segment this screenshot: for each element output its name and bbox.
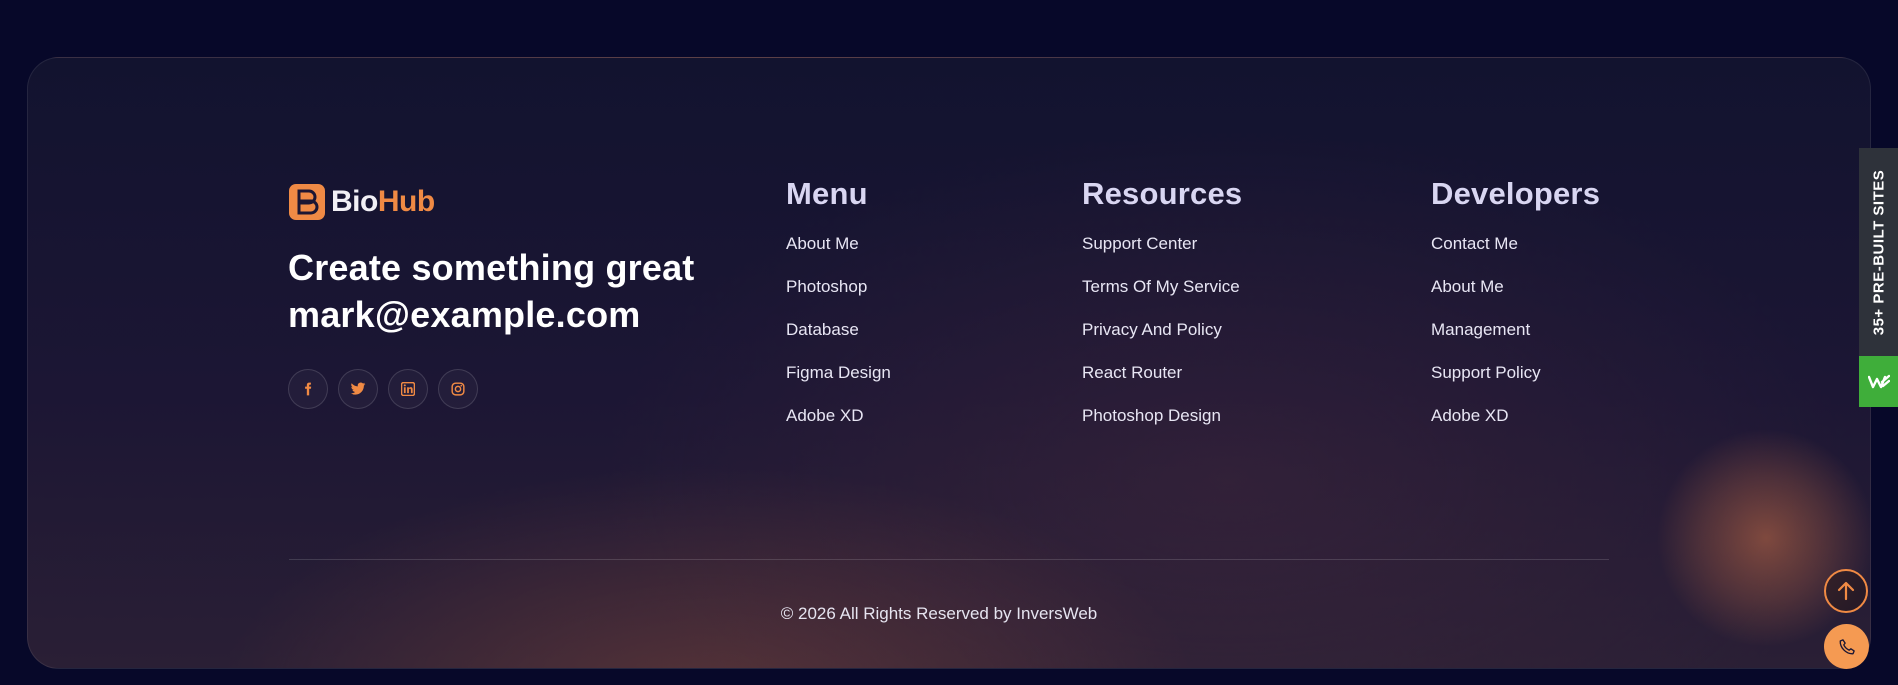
instagram-button[interactable] — [438, 369, 478, 409]
linkedin-button[interactable] — [388, 369, 428, 409]
tagline-line1: Create something great — [288, 247, 695, 288]
menu-link-about-me[interactable]: About Me — [786, 234, 859, 253]
twitter-button[interactable] — [338, 369, 378, 409]
developers-link-adobe-xd[interactable]: Adobe XD — [1431, 406, 1509, 425]
developers-link-support-policy[interactable]: Support Policy — [1431, 363, 1541, 382]
b-logo-icon — [289, 184, 325, 220]
brand-name: BioHub — [331, 185, 435, 219]
scroll-to-top-button[interactable] — [1824, 569, 1868, 613]
menu-link-database[interactable]: Database — [786, 320, 859, 339]
resources-link-photoshop-design[interactable]: Photoshop Design — [1082, 406, 1221, 425]
copyright-text: © 2026 All Rights Reserved by InversWeb — [780, 604, 1098, 623]
resources-link-terms[interactable]: Terms Of My Service — [1082, 277, 1240, 296]
menu-link-photoshop[interactable]: Photoshop — [786, 277, 867, 296]
call-button[interactable] — [1824, 624, 1869, 669]
menu-link-figma-design[interactable]: Figma Design — [786, 363, 891, 382]
resources-heading: Resources — [1082, 176, 1243, 211]
brand-name-part2: Hub — [377, 185, 435, 218]
footer-column-resources: Resources Support Center Terms Of My Ser… — [1082, 176, 1242, 449]
resources-link-support-center[interactable]: Support Center — [1082, 234, 1197, 253]
footer-tagline: Create something great mark@example.com — [288, 244, 695, 338]
instagram-icon — [451, 382, 465, 396]
prebuilt-sites-tab[interactable]: 35+ PRE-BUILT SITES — [1859, 148, 1898, 356]
developers-link-contact-me[interactable]: Contact Me — [1431, 234, 1518, 253]
developers-heading: Developers — [1431, 176, 1601, 211]
contact-email[interactable]: mark@example.com — [288, 291, 695, 338]
wave-logo-icon — [1867, 374, 1890, 388]
prebuilt-sites-label: 35+ PRE-BUILT SITES — [1870, 169, 1888, 335]
menu-link-adobe-xd[interactable]: Adobe XD — [786, 406, 864, 425]
resources-link-react-router[interactable]: React Router — [1082, 363, 1182, 382]
developers-link-management[interactable]: Management — [1431, 320, 1530, 339]
twitter-icon — [350, 382, 366, 395]
resources-link-privacy[interactable]: Privacy And Policy — [1082, 320, 1222, 339]
arrow-up-icon — [1837, 581, 1855, 601]
footer-column-menu: Menu About Me Photoshop Database Figma D… — [786, 176, 891, 449]
footer-column-developers: Developers Contact Me About Me Managemen… — [1431, 176, 1600, 449]
facebook-icon — [305, 382, 312, 396]
brand-name-part1: Bio — [331, 185, 378, 218]
linkedin-icon — [401, 382, 415, 396]
menu-heading: Menu — [786, 176, 868, 211]
brand-logo[interactable]: BioHub — [289, 184, 435, 220]
developers-link-about-me[interactable]: About Me — [1431, 277, 1504, 296]
social-links — [288, 369, 478, 409]
facebook-button[interactable] — [288, 369, 328, 409]
side-badge-button[interactable] — [1859, 356, 1898, 407]
phone-icon — [1839, 638, 1855, 654]
footer-divider — [289, 559, 1609, 560]
